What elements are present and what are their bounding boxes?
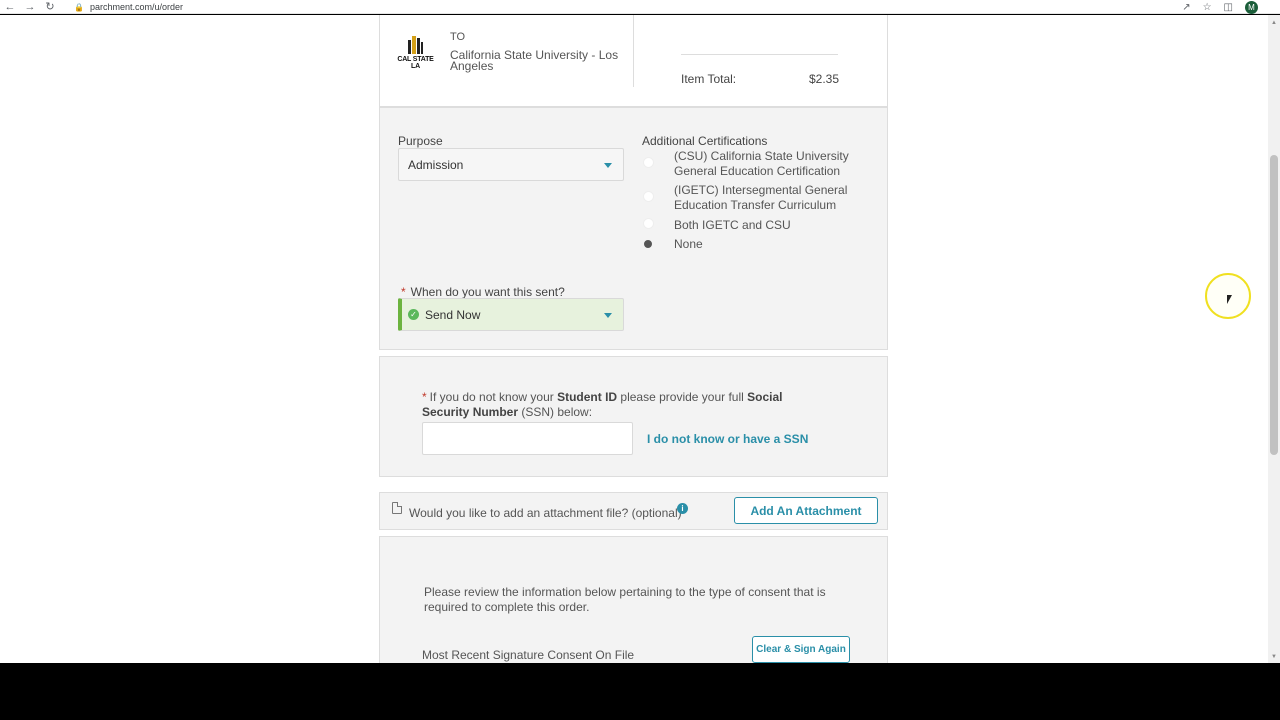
lock-icon: 🔒 [74,2,84,12]
purpose-select[interactable]: Admission [398,148,624,181]
info-icon[interactable]: i [677,503,688,514]
ssn-text-bold: Student ID [557,390,618,404]
browser-toolbar: ← → ↻ 🔒 parchment.com/u/order ↗ ☆ ◫ M [0,0,1280,14]
radio-label-none: None [674,237,703,251]
url-text: parchment.com/u/order [89,2,184,12]
item-total-label: Item Total: [681,72,737,86]
scroll-down-icon[interactable]: ▼ [1270,653,1278,661]
clear-sign-again-button[interactable]: Clear & Sign Again [752,636,850,663]
mouse-cursor-icon [1227,295,1232,304]
reload-icon[interactable]: ↻ [40,0,60,14]
send-timing-text: When do you want this sent? [410,285,565,299]
required-marker: * [422,390,427,404]
add-attachment-button[interactable]: Add An Attachment [734,497,878,524]
attachment-section: Would you like to add an attachment file… [379,492,888,530]
radio-none[interactable] [642,238,654,250]
radio-label-igetc: (IGETC) Intersegmental General Education… [674,183,848,212]
certifications-label: Additional Certifications [642,134,768,148]
school-logo-icon [408,36,423,54]
send-timing-value: Send Now [425,307,481,322]
profile-avatar[interactable]: M [1245,0,1258,14]
scrollbar-thumb[interactable] [1270,155,1278,455]
address-bar[interactable]: 🔒 parchment.com/u/order [74,0,183,14]
chevron-down-icon [604,313,612,318]
order-item-card: CAL STATE LA TO California State Univers… [379,15,888,107]
ssn-text-part: (SSN) below: [518,405,593,419]
to-label: TO [450,31,466,43]
purpose-value: Admission [408,157,464,172]
sidebar-icon[interactable]: ◫ [1224,2,1233,13]
radio-both[interactable] [643,218,654,229]
forward-icon[interactable]: → [20,0,40,14]
radio-csu[interactable] [643,157,654,168]
send-timing-label: * When do you want this sent? [401,285,565,299]
delivery-options-section: Purpose Admission Additional Certificati… [379,107,888,350]
page-scrollbar[interactable]: ▲ ▼ [1268,15,1280,663]
share-icon[interactable]: ↗ [1182,2,1190,13]
radio-label-csu: (CSU) California State University Genera… [674,149,849,178]
divider [633,15,634,87]
radio-igetc[interactable] [643,191,654,202]
scroll-up-icon[interactable]: ▲ [1270,19,1278,27]
page-viewport: CAL STATE LA TO California State Univers… [0,15,1280,663]
divider [681,54,838,55]
attachment-question: Would you like to add an attachment file… [409,506,682,520]
browser-actions: ↗ ☆ ◫ M [1182,0,1258,14]
no-ssn-link[interactable]: I do not know or have a SSN [647,432,808,446]
consent-instructions: Please review the information below pert… [424,585,826,614]
ssn-section: * If you do not know your Student ID plea… [379,356,888,477]
required-marker: * [401,285,406,299]
cal-state-la-logo: CAL STATE LA [393,34,438,70]
letterbox-bar [0,663,1280,720]
purpose-label: Purpose [398,134,443,148]
ssn-input[interactable] [422,422,633,455]
ssn-instructions: * If you do not know your Student ID plea… [422,390,822,420]
ssn-text-part: If you do not know your [429,390,558,404]
back-icon[interactable]: ← [0,0,20,14]
star-icon[interactable]: ☆ [1203,2,1212,13]
file-icon [392,502,402,514]
logo-text: CAL STATE LA [397,56,434,70]
radio-label-both: Both IGETC and CSU [674,218,791,232]
ssn-text-part: please provide your full [617,390,748,404]
consent-section: Please review the information below pert… [379,536,888,663]
item-total-value: $2.35 [809,72,840,86]
check-circle-icon: ✓ [408,309,419,320]
signature-consent-label: Most Recent Signature Consent On File [422,648,635,662]
school-name: California State University - Los Angele… [450,48,619,73]
chevron-down-icon [604,163,612,168]
send-timing-select[interactable]: ✓ Send Now [398,298,624,331]
